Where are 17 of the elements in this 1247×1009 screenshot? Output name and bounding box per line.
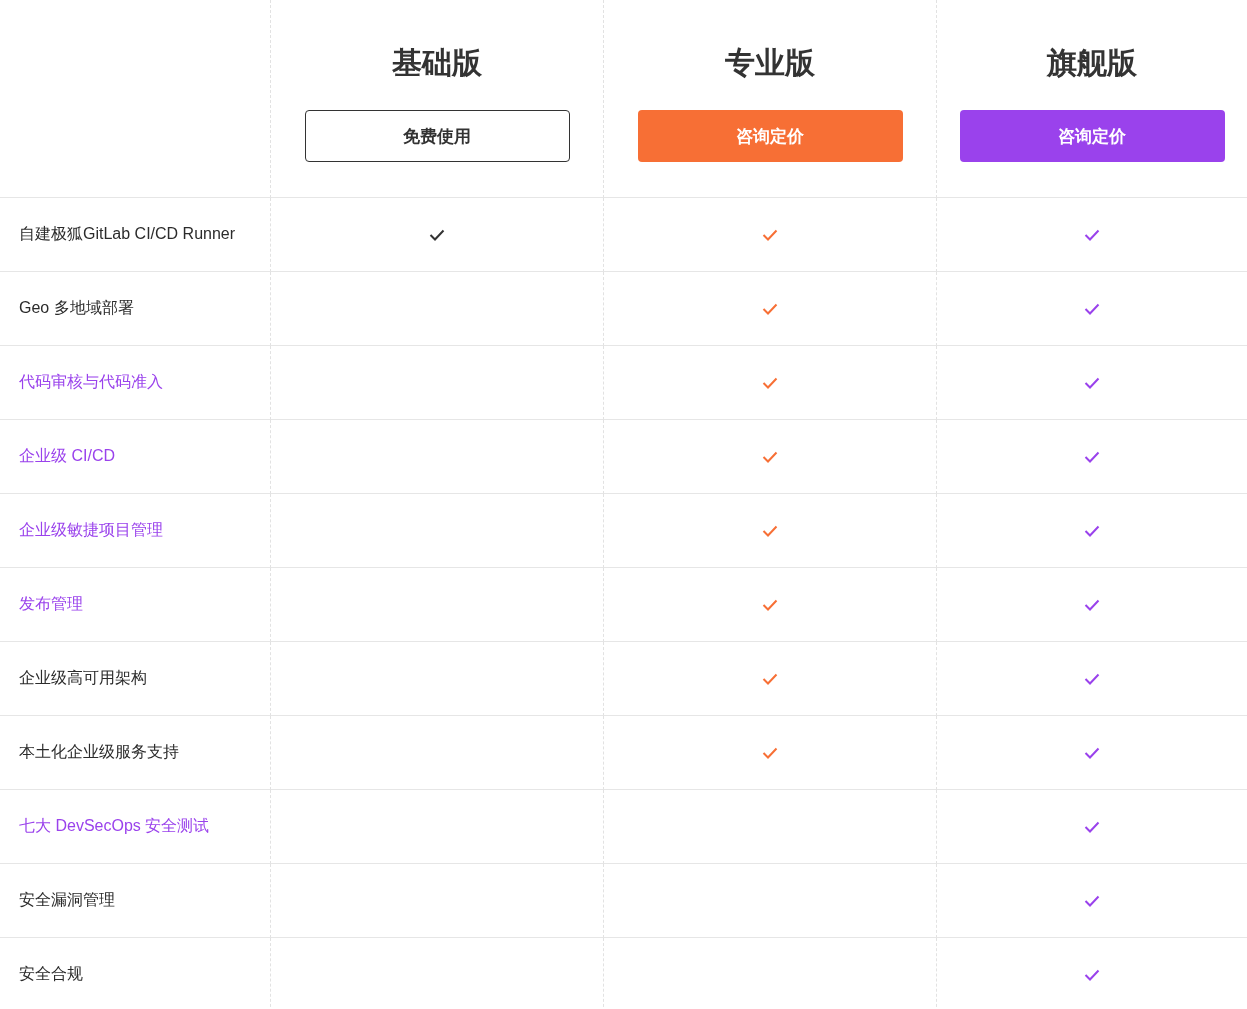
feature-link[interactable]: 企业级 CI/CD bbox=[19, 446, 115, 467]
feature-link[interactable]: 企业级敏捷项目管理 bbox=[19, 520, 163, 541]
free-button[interactable]: 免费使用 bbox=[304, 110, 570, 162]
feature-label: 安全漏洞管理 bbox=[19, 890, 115, 910]
pricing-button[interactable]: 咨询定价 bbox=[637, 110, 903, 162]
plan-title: 基础版 bbox=[392, 45, 482, 81]
feature-link[interactable]: 发布管理 bbox=[19, 594, 83, 615]
feature-label: 自建极狐GitLab CI/CD Runner bbox=[19, 224, 236, 244]
plan-title: 专业版 bbox=[725, 45, 815, 81]
feature-link[interactable]: 七大 DevSecOps 安全测试 bbox=[19, 816, 210, 837]
feature-label: 本土化企业级服务支持 bbox=[19, 742, 179, 762]
pricing-button[interactable]: 咨询定价 bbox=[959, 110, 1225, 162]
feature-label: Geo 多地域部署 bbox=[19, 298, 134, 318]
feature-label: 企业级高可用架构 bbox=[19, 668, 147, 688]
feature-link[interactable]: 代码审核与代码准入 bbox=[19, 372, 163, 393]
plan-title: 旗舰版 bbox=[1047, 45, 1137, 81]
feature-label: 安全合规 bbox=[19, 964, 83, 984]
